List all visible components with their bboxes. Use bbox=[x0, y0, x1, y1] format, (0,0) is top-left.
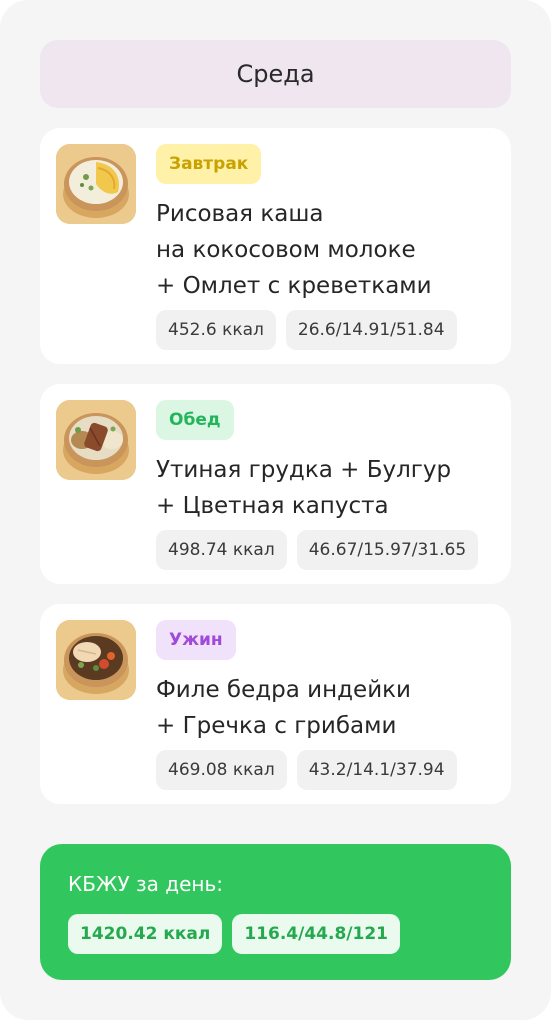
meal-card-breakfast[interactable]: Завтрак Рисовая каша на кокосовом молоке… bbox=[40, 128, 511, 364]
duck-bulgur-bowl-icon bbox=[56, 400, 136, 480]
meal-stats: 452.6 ккал 26.6/14.91/51.84 bbox=[156, 310, 495, 350]
meal-card-dinner[interactable]: Ужин Филе бедра индейки + Гречка с гриба… bbox=[40, 604, 511, 804]
day-title[interactable]: Среда bbox=[40, 40, 511, 108]
meal-stats: 469.08 ккал 43.2/14.1/37.94 bbox=[156, 750, 495, 790]
macros-chip: 46.67/15.97/31.65 bbox=[296, 530, 479, 570]
summary-stats: 1420.42 ккал 116.4/44.8/121 bbox=[68, 914, 400, 954]
meal-card-lunch[interactable]: Обед Утиная грудка + Булгур + Цветная ка… bbox=[40, 384, 511, 584]
turkey-buckwheat-bowl-icon bbox=[56, 620, 136, 700]
meal-title: Утиная грудка + Булгур + Цветная капуста bbox=[156, 457, 452, 519]
meal-title: Рисовая каша на кокосовом молоке + Омлет… bbox=[156, 201, 432, 299]
meal-type-badge: Обед bbox=[156, 400, 234, 440]
calories-chip: 498.74 ккал bbox=[156, 530, 287, 570]
calories-chip: 452.6 ккал bbox=[156, 310, 276, 350]
meal-type-badge: Ужин bbox=[156, 620, 236, 660]
summary-macros-chip: 116.4/44.8/121 bbox=[232, 914, 400, 954]
daily-summary-card: КБЖУ за день: 1420.42 ккал 116.4/44.8/12… bbox=[40, 844, 511, 980]
summary-title: КБЖУ за день: bbox=[68, 872, 223, 896]
meal-type-badge: Завтрак bbox=[156, 144, 262, 184]
porridge-omelette-bowl-icon bbox=[56, 144, 136, 224]
calories-chip: 469.08 ккал bbox=[156, 750, 287, 790]
meal-stats: 498.74 ккал 46.67/15.97/31.65 bbox=[156, 530, 495, 570]
summary-calories-chip: 1420.42 ккал bbox=[68, 914, 223, 954]
meal-title: Филе бедра индейки + Гречка с грибами bbox=[156, 677, 411, 739]
macros-chip: 43.2/14.1/37.94 bbox=[296, 750, 457, 790]
day-menu-panel: Среда Завтрак Рисовая каша на кокосовом … bbox=[0, 0, 551, 1020]
macros-chip: 26.6/14.91/51.84 bbox=[285, 310, 457, 350]
